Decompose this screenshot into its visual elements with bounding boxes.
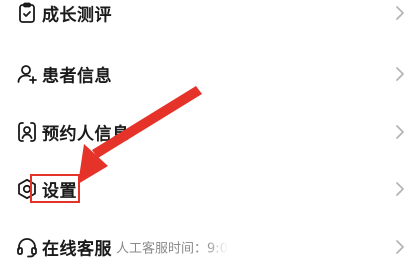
user-icon	[15, 62, 39, 86]
menu-item-label: 成长测评	[42, 5, 112, 26]
menu-item-appointee-info[interactable]: 预约人信息	[0, 103, 413, 161]
chevron-right-icon	[393, 179, 407, 199]
menu-item-label: 在线客服	[42, 239, 112, 260]
menu-item-online-service[interactable]: 在线客服 人工客服时间：9:0	[0, 218, 413, 276]
chevron-right-icon	[393, 237, 407, 257]
menu-item-patient-info[interactable]: 患者信息	[0, 45, 413, 103]
highlight-box	[30, 174, 80, 203]
menu-item-growth-assessment[interactable]: 成长测评	[0, 0, 413, 42]
chevron-right-icon	[393, 122, 407, 142]
menu-item-label: 预约人信息	[42, 124, 130, 145]
headset-icon	[15, 235, 39, 259]
menu-item-label: 患者信息	[42, 66, 112, 87]
chevron-right-icon	[393, 64, 407, 84]
id-card-icon	[15, 120, 39, 144]
service-hours-note: 人工客服时间：9:0	[116, 241, 228, 257]
chevron-right-icon	[393, 3, 407, 23]
clipboard-icon	[15, 1, 39, 25]
profile-menu-list: 成长测评 患者信息 预约人信息 设置 在线客服 人工客服时间：9:0	[0, 0, 413, 275]
